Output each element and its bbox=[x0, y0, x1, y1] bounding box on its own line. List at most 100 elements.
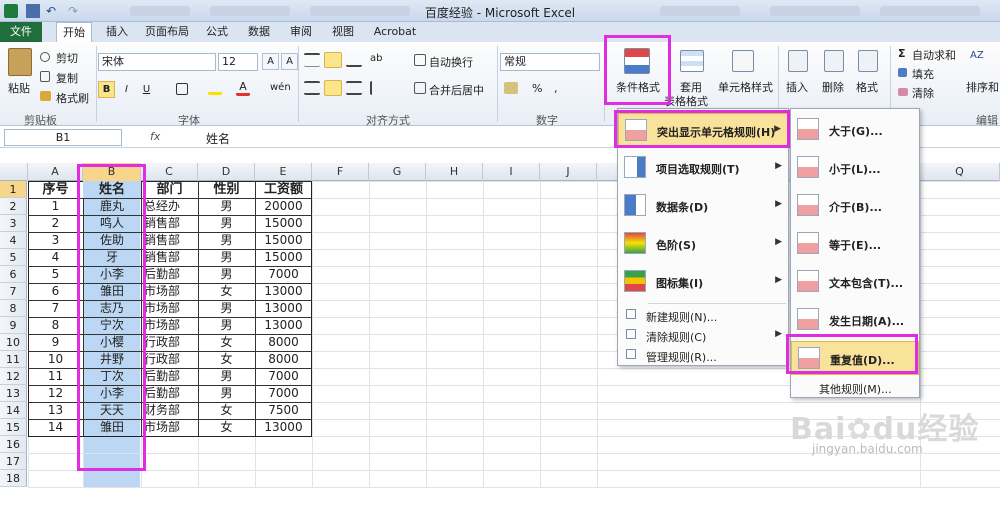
menu-icon-sets[interactable]: 图标集(I) ▶ bbox=[618, 265, 788, 299]
border-icon[interactable] bbox=[176, 83, 188, 95]
submenu-item[interactable]: 等于(E)... bbox=[791, 227, 919, 261]
table-cell[interactable]: 7 bbox=[28, 300, 83, 317]
grow-font-icon[interactable]: A bbox=[262, 53, 279, 70]
col-header-q[interactable]: Q bbox=[920, 163, 1000, 181]
fx-icon[interactable]: fx bbox=[150, 130, 160, 143]
align-top-icon[interactable] bbox=[304, 53, 320, 67]
font-size-select[interactable]: 12 bbox=[218, 53, 258, 71]
table-cell[interactable]: 男 bbox=[198, 232, 255, 249]
copy-button[interactable]: 复制 bbox=[56, 70, 78, 86]
row-header[interactable]: 11 bbox=[0, 351, 27, 368]
font-color-icon[interactable]: A bbox=[236, 81, 250, 96]
table-cell[interactable]: 天天 bbox=[83, 402, 141, 419]
col-header-e[interactable]: E bbox=[255, 163, 312, 181]
row-header[interactable]: 18 bbox=[0, 470, 27, 487]
table-cell[interactable]: 后勤部 bbox=[144, 385, 201, 402]
underline-button[interactable]: U bbox=[138, 81, 155, 98]
table-cell[interactable]: 市场部 bbox=[144, 300, 201, 317]
table-cell[interactable]: 8000 bbox=[255, 351, 312, 368]
table-cell[interactable]: 销售部 bbox=[144, 215, 201, 232]
fill-button[interactable]: 填充 bbox=[912, 66, 934, 82]
paste-icon[interactable] bbox=[8, 48, 32, 76]
row-header[interactable]: 1 bbox=[0, 181, 27, 198]
table-cell[interactable]: 3 bbox=[28, 232, 83, 249]
col-header-a[interactable]: A bbox=[28, 163, 83, 181]
row-header[interactable]: 8 bbox=[0, 300, 27, 317]
table-cell[interactable]: 5 bbox=[28, 266, 83, 283]
menu-clear-rules[interactable]: 清除规则(C) ▶ bbox=[618, 327, 788, 345]
currency-icon[interactable] bbox=[504, 82, 518, 94]
table-cell[interactable]: 小李 bbox=[83, 266, 141, 283]
delete-cells-button[interactable]: 删除 bbox=[822, 79, 844, 95]
table-format-label-2[interactable]: 表格格式 bbox=[664, 93, 708, 109]
col-header-g[interactable]: G bbox=[369, 163, 426, 181]
submenu-item[interactable]: 介于(B)... bbox=[791, 189, 919, 223]
comma-button[interactable]: , bbox=[554, 82, 558, 95]
table-cell[interactable]: 6 bbox=[28, 283, 83, 300]
submenu-item[interactable]: 小于(L)... bbox=[791, 151, 919, 185]
table-cell[interactable]: 女 bbox=[198, 283, 255, 300]
table-cell[interactable]: 宁次 bbox=[83, 317, 141, 334]
header-cell[interactable]: 工资额 bbox=[255, 181, 312, 198]
clear-button[interactable]: 清除 bbox=[912, 85, 934, 101]
percent-button[interactable]: % bbox=[532, 82, 542, 95]
col-header-b[interactable]: B bbox=[83, 163, 141, 181]
table-cell[interactable]: 15000 bbox=[255, 232, 312, 249]
row-header[interactable]: 12 bbox=[0, 368, 27, 385]
col-header-f[interactable]: F bbox=[312, 163, 369, 181]
submenu-item[interactable]: 文本包含(T)... bbox=[791, 265, 919, 299]
tab-home[interactable]: 开始 bbox=[56, 22, 92, 42]
align-center-icon[interactable] bbox=[324, 80, 342, 96]
format-painter-button[interactable]: 格式刷 bbox=[56, 90, 89, 106]
table-cell[interactable]: 市场部 bbox=[144, 283, 201, 300]
table-cell[interactable]: 7000 bbox=[255, 368, 312, 385]
submenu-item[interactable]: 其他规则(M)... bbox=[791, 379, 919, 397]
align-right-icon[interactable] bbox=[346, 81, 362, 95]
table-cell[interactable]: 雏田 bbox=[83, 419, 141, 436]
paste-button[interactable]: 粘贴 bbox=[8, 80, 30, 96]
col-header-i[interactable]: I bbox=[483, 163, 540, 181]
tab-acrobat[interactable]: Acrobat bbox=[370, 22, 420, 42]
menu-data-bars[interactable]: 数据条(D) ▶ bbox=[618, 189, 788, 223]
tab-page-layout[interactable]: 页面布局 bbox=[142, 22, 192, 42]
number-format-select[interactable]: 常规 bbox=[500, 53, 600, 71]
table-cell[interactable]: 男 bbox=[198, 215, 255, 232]
row-header[interactable]: 10 bbox=[0, 334, 27, 351]
row-header[interactable]: 16 bbox=[0, 436, 27, 453]
table-cell[interactable]: 行政部 bbox=[144, 351, 201, 368]
table-cell[interactable]: 男 bbox=[198, 368, 255, 385]
table-cell[interactable]: 11 bbox=[28, 368, 83, 385]
tab-view[interactable]: 视图 bbox=[328, 22, 358, 42]
table-cell[interactable]: 20000 bbox=[255, 198, 312, 215]
menu-manage-rules[interactable]: 管理规则(R)... bbox=[618, 347, 788, 365]
menu-color-scales[interactable]: 色阶(S) ▶ bbox=[618, 227, 788, 261]
tab-data[interactable]: 数据 bbox=[244, 22, 274, 42]
submenu-item[interactable]: 发生日期(A)... bbox=[791, 303, 919, 337]
table-cell[interactable]: 13 bbox=[28, 402, 83, 419]
table-cell[interactable]: 志乃 bbox=[83, 300, 141, 317]
bold-button[interactable]: B bbox=[98, 81, 115, 98]
row-header[interactable]: 3 bbox=[0, 215, 27, 232]
table-cell[interactable]: 12 bbox=[28, 385, 83, 402]
indent-icon[interactable] bbox=[370, 81, 386, 95]
table-cell[interactable]: 8000 bbox=[255, 334, 312, 351]
name-box[interactable]: B1 bbox=[4, 129, 122, 146]
table-cell[interactable]: 15000 bbox=[255, 249, 312, 266]
table-cell[interactable]: 9 bbox=[28, 334, 83, 351]
row-header[interactable]: 6 bbox=[0, 266, 27, 283]
table-cell[interactable]: 市场部 bbox=[144, 419, 201, 436]
row-header[interactable]: 9 bbox=[0, 317, 27, 334]
table-cell[interactable]: 后勤部 bbox=[144, 368, 201, 385]
cut-button[interactable]: 剪切 bbox=[56, 50, 78, 66]
table-cell[interactable]: 行政部 bbox=[144, 334, 201, 351]
table-cell[interactable]: 小樱 bbox=[83, 334, 141, 351]
align-middle-icon[interactable] bbox=[324, 52, 342, 68]
shrink-font-icon[interactable]: A bbox=[281, 53, 298, 70]
row-header[interactable]: 14 bbox=[0, 402, 27, 419]
table-cell[interactable]: 雏田 bbox=[83, 283, 141, 300]
row-header[interactable]: 4 bbox=[0, 232, 27, 249]
table-cell[interactable]: 小李 bbox=[83, 385, 141, 402]
row-header[interactable]: 13 bbox=[0, 385, 27, 402]
table-cell[interactable]: 男 bbox=[198, 266, 255, 283]
table-cell[interactable]: 1 bbox=[28, 198, 83, 215]
